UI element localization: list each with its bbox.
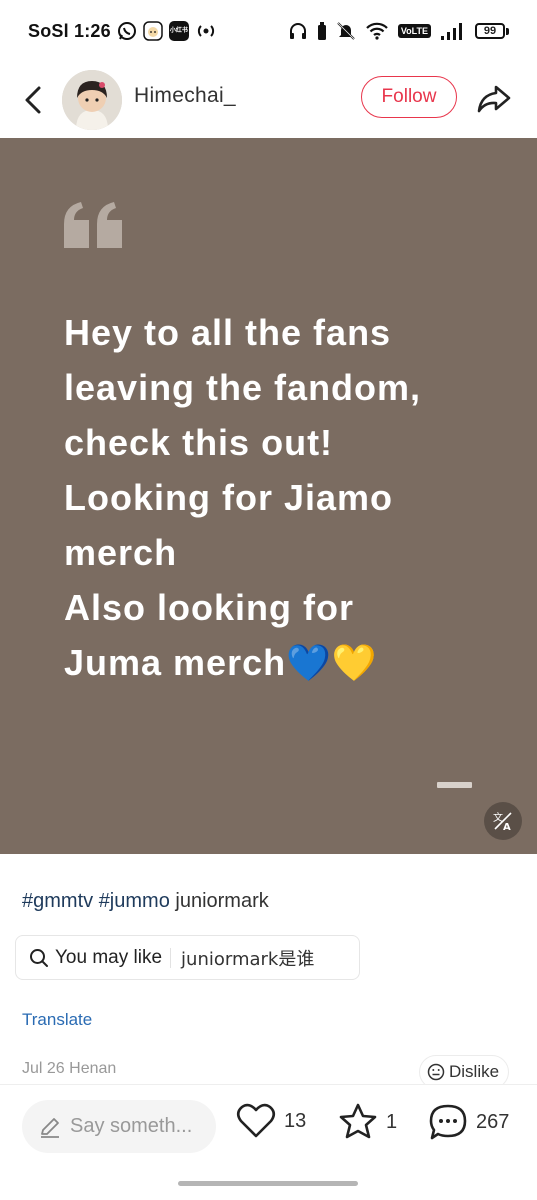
status-time: SoSl 1:26: [28, 20, 111, 41]
chevron-left-icon: [25, 86, 41, 114]
status-right: VoLTE 99: [288, 21, 509, 41]
author-username[interactable]: Himechai_: [134, 84, 236, 108]
tag-plain-text: juniormark: [175, 890, 269, 912]
xiaohongshu-app-icon: 小红书: [168, 21, 189, 41]
neutral-face-icon: [427, 1063, 445, 1081]
divider: [170, 947, 172, 968]
star-count: 1: [386, 1110, 398, 1133]
dislike-label: Dislike: [449, 1062, 500, 1081]
post-tags: #gmmtv #jummo juniormark: [22, 890, 269, 913]
status-left: SoSl 1:26 小红书: [28, 21, 217, 42]
avatar[interactable]: [62, 70, 122, 130]
search-icon: [30, 948, 48, 967]
follow-button[interactable]: Follow: [361, 76, 457, 118]
comment-input[interactable]: Say someth...: [22, 1100, 216, 1153]
pencil-icon: [41, 1117, 59, 1138]
image-translate-button[interactable]: 文 A: [484, 802, 522, 840]
battery-saver-icon: [317, 21, 327, 41]
post-text: Hey to all the fans leaving the fandom, …: [64, 312, 422, 683]
translate-icon: 文 A: [493, 811, 512, 832]
translate-link[interactable]: Translate: [22, 1010, 92, 1030]
headphones-icon: [288, 21, 308, 41]
tag-jummo[interactable]: #jummo: [99, 890, 170, 912]
volte-indicator: VoLTE: [397, 24, 431, 38]
you-may-like-label: You may like: [55, 946, 163, 968]
battery-level: 99: [475, 23, 505, 39]
you-may-like-suggestion[interactable]: You may like juniormark是谁: [15, 935, 360, 980]
cat-app-icon: [143, 21, 163, 41]
share-button[interactable]: [474, 79, 514, 119]
wifi-icon: [365, 21, 389, 41]
tag-gmmtv[interactable]: #gmmtv: [22, 890, 93, 912]
bottom-action-bar: Say someth... 13 1 267: [0, 1084, 537, 1200]
home-indicator[interactable]: [178, 1181, 358, 1186]
you-may-like-query: juniormark是谁: [181, 948, 315, 970]
collect-button[interactable]: 1: [338, 1103, 397, 1141]
svg-text:A: A: [503, 822, 511, 832]
back-button[interactable]: [16, 80, 50, 120]
mute-bell-icon: [336, 21, 356, 41]
quote-mark-icon: [64, 202, 124, 252]
post-header: Himechai_ Follow: [0, 62, 537, 138]
star-icon: [339, 1103, 377, 1139]
comment-button[interactable]: 267: [428, 1103, 509, 1141]
comment-bubble-icon: [429, 1104, 467, 1140]
whatsapp-icon: [117, 21, 137, 41]
share-icon: [477, 85, 511, 113]
signal-icon: [440, 22, 466, 40]
page-indicator: [437, 782, 472, 788]
like-count: 13: [284, 1109, 307, 1132]
heart-icon: [236, 1103, 276, 1138]
status-bar: SoSl 1:26 小红书 VoLTE 99: [0, 0, 537, 62]
like-button[interactable]: 13: [236, 1103, 306, 1139]
comment-count: 267: [476, 1110, 510, 1133]
battery-icon: 99: [475, 23, 509, 39]
comment-placeholder: Say someth...: [70, 1115, 193, 1137]
post-date-location: Jul 26 Henan: [22, 1060, 117, 1077]
hotspot-icon: [195, 21, 217, 41]
